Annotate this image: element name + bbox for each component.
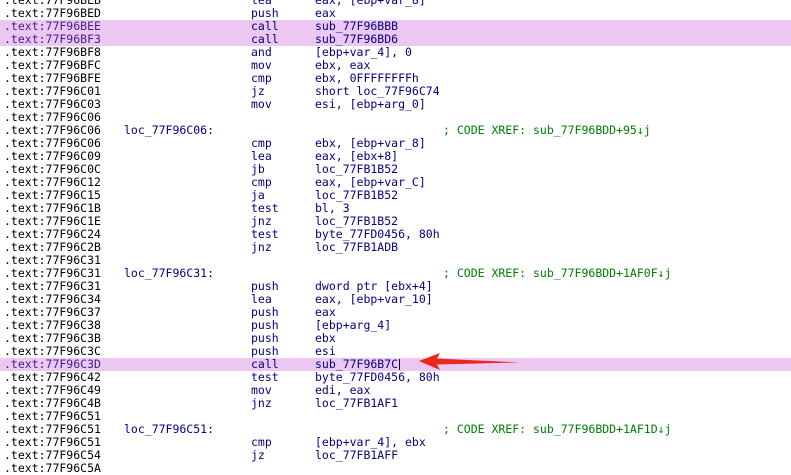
operand-text[interactable]: loc_77FB1ADB xyxy=(315,241,398,254)
code-line[interactable]: .text:77F96C2B jnz loc_77FB1ADB xyxy=(0,241,791,254)
mnemonic-text: jnz xyxy=(251,240,272,254)
mnemonic-text: jnz xyxy=(251,396,272,410)
xref-comment: ; CODE XREF: sub_77F96BDD+1AF0F↓j xyxy=(443,266,672,280)
code-line[interactable]: .text:77F96C31 xyxy=(0,254,791,267)
disassembly-listing[interactable]: .text:77F96BEB lea eax, [ebp+var_8] .text:7… xyxy=(0,0,791,475)
code-line[interactable]: .text:77F96C38 push [ebp+arg_4] xyxy=(0,319,791,332)
operand-text[interactable]: esi, [ebp+arg_0] xyxy=(315,98,426,111)
code-line[interactable]: .text:77F96C3B push ebx xyxy=(0,332,791,345)
code-line[interactable]: .text:77F96C34 lea eax, [ebp+var_10] xyxy=(0,293,791,306)
code-line[interactable]: .text:77F96C06 xyxy=(0,111,791,124)
code-line[interactable]: .text:77F96C4B jnz loc_77FB1AF1 xyxy=(0,397,791,410)
code-line[interactable]: .text:77F96BF8 and [ebp+var_4], 0 xyxy=(0,46,791,59)
code-line[interactable]: .text:77F96C5A xyxy=(0,462,791,475)
code-line[interactable]: .text:77F96C51 xyxy=(0,410,791,423)
xref-comment: ; CODE XREF: sub_77F96BDD+1AF1D↓j xyxy=(443,422,672,436)
mnemonic-text: mov xyxy=(251,97,272,111)
mnemonic-text: jz xyxy=(251,448,265,462)
address-text: .text:77F96C5A xyxy=(4,461,101,475)
operand-text[interactable]: loc_77FB1AF1 xyxy=(315,397,398,410)
code-line[interactable]: .text:77F96C15 ja loc_77FB1B52 xyxy=(0,189,791,202)
code-line[interactable]: .text:77F96C42 test byte_77FD0456, 80h xyxy=(0,371,791,384)
operand-text[interactable]: loc_77FB1AFF xyxy=(315,449,398,462)
code-line[interactable]: .text:77F96C03 mov esi, [ebp+arg_0] xyxy=(0,98,791,111)
code-line[interactable]: .text:77F96C54 jz loc_77FB1AFF xyxy=(0,449,791,462)
xref-comment: ; CODE XREF: sub_77F96BDD+95↓j xyxy=(443,123,651,137)
code-line[interactable]: .text:77F96C37 push eax xyxy=(0,306,791,319)
label-text[interactable]: loc_77F96C31: xyxy=(124,267,214,280)
text-cursor xyxy=(399,359,400,370)
code-line[interactable]: .text:77F96BEB lea eax, [ebp+var_8] xyxy=(0,0,791,7)
label-text[interactable]: loc_77F96C51: xyxy=(124,423,214,436)
label-text[interactable]: loc_77F96C06: xyxy=(124,124,214,137)
